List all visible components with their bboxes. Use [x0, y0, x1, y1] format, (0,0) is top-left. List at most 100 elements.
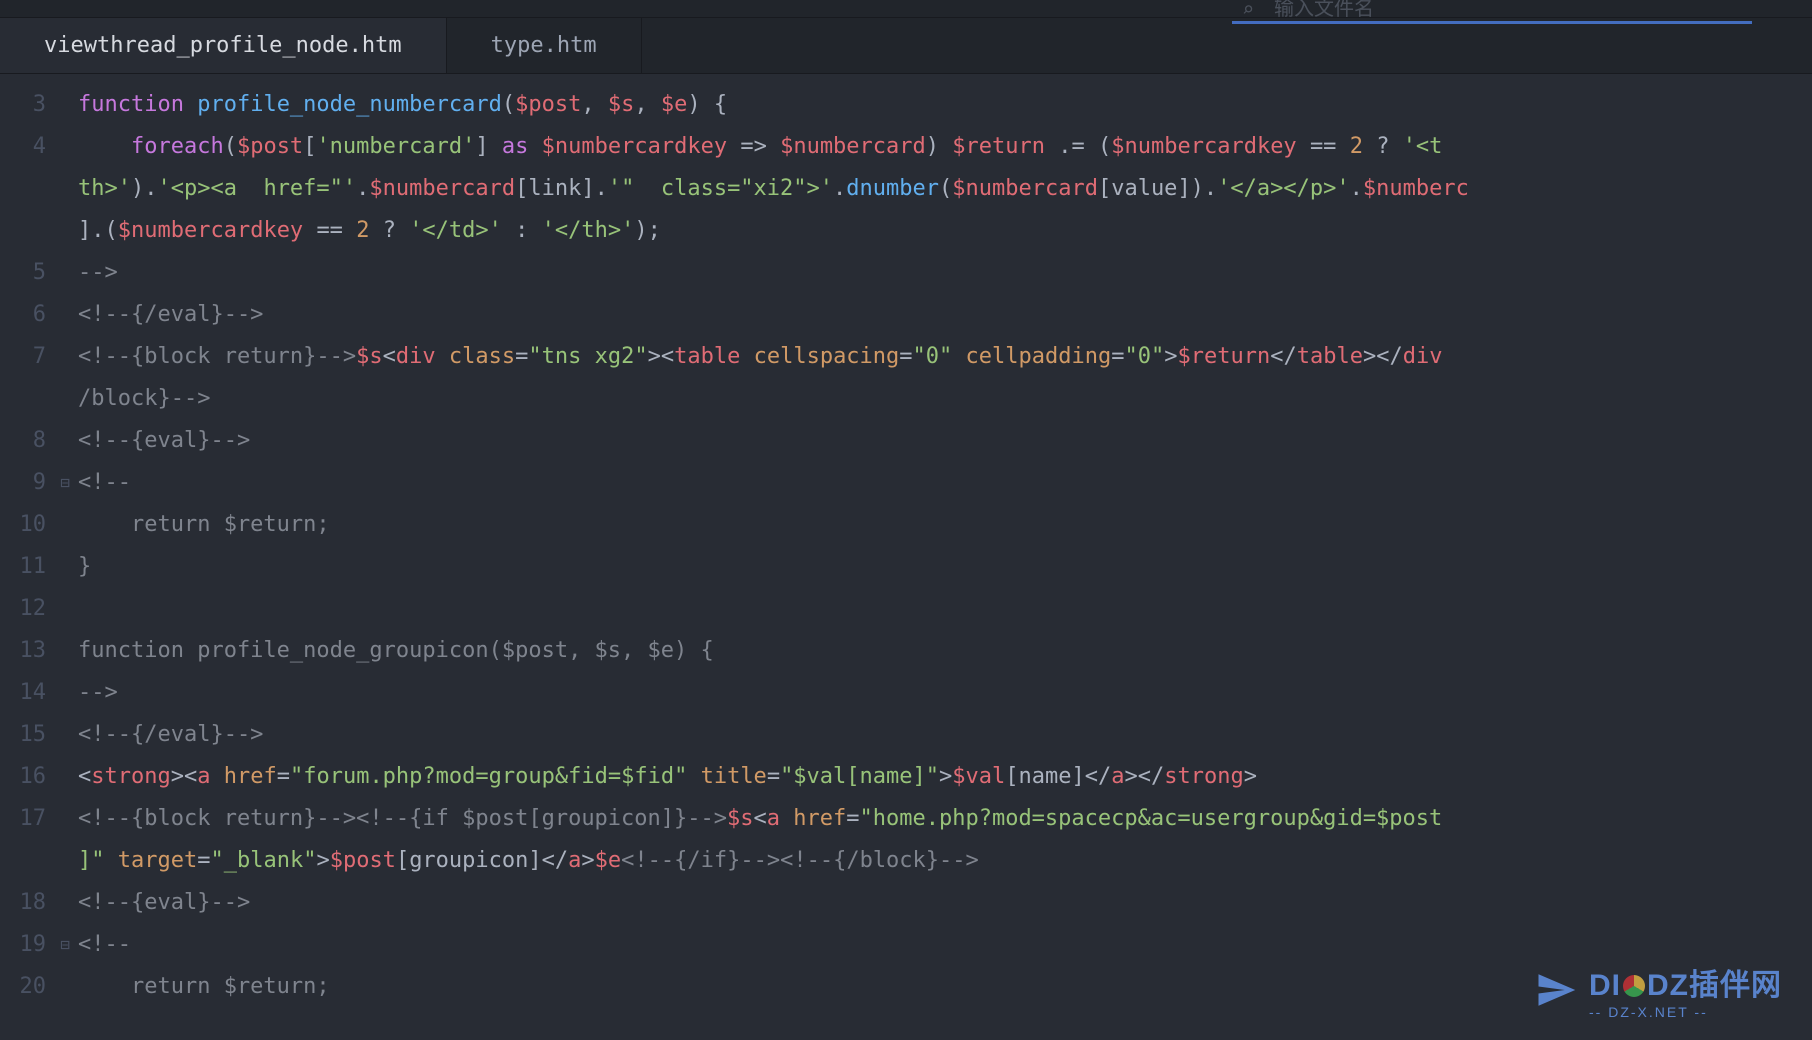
code-token: "$val[name]"	[780, 764, 939, 789]
code-token: ]"	[78, 848, 105, 873]
code-token: table	[674, 344, 740, 369]
code-token: 'numbercard'	[316, 134, 475, 159]
line-number: 17	[0, 798, 56, 840]
code-token: class	[449, 344, 515, 369]
code-token: $return	[1178, 344, 1271, 369]
code-token	[528, 218, 541, 243]
code-token: "forum.php?mod=group&fid=$fid"	[290, 764, 687, 789]
paper-plane-icon	[1535, 969, 1577, 1011]
code-token: .=	[1058, 134, 1085, 159]
code-token: '<p><a href="'	[157, 176, 356, 201]
code-token: <!--{eval}-->	[78, 890, 250, 915]
code-token	[105, 848, 118, 873]
code-line[interactable]: <!--{/eval}-->	[78, 294, 1812, 336]
code-line[interactable]: <!--{block return}--><!--{if $post[group…	[78, 798, 1812, 840]
line-number: 5	[0, 252, 56, 294]
code-token: <!--	[78, 932, 131, 957]
tab-type-htm[interactable]: type.htm	[447, 18, 642, 73]
code-token: "home.php?mod=spacecp&ac=usergroup&gid=$…	[860, 806, 1443, 831]
code-token	[780, 806, 793, 831]
line-number: 8	[0, 420, 56, 462]
code-token: =	[197, 848, 210, 873]
code-line[interactable]: return $return;	[78, 504, 1812, 546]
file-search-box[interactable]: ⌕ 输入文件名	[1232, 0, 1752, 18]
code-line[interactable]: /block}-->	[78, 378, 1812, 420]
line-number: 16	[0, 756, 56, 798]
code-token: >	[939, 764, 952, 789]
code-line[interactable]: function profile_node_numbercard($post, …	[78, 84, 1812, 126]
tab-label: viewthread_profile_node.htm	[44, 33, 402, 58]
line-number-gutter: 34..567.89⊟1011121314151617.1819⊟20	[0, 74, 56, 1040]
code-line[interactable]: <!--{eval}-->	[78, 882, 1812, 924]
code-line[interactable]: <!--	[78, 462, 1812, 504]
code-token: <	[754, 806, 767, 831]
code-line[interactable]: <strong><a href="forum.php?mod=group&fid…	[78, 756, 1812, 798]
code-token: )	[926, 134, 953, 159]
code-line[interactable]: <!--{/eval}-->	[78, 714, 1812, 756]
code-token: $numbercard	[369, 176, 515, 201]
code-token: function profile_node_groupicon($post, $…	[78, 638, 714, 663]
code-token: ><	[171, 764, 198, 789]
code-line[interactable]: -->	[78, 672, 1812, 714]
code-token: $post	[237, 134, 303, 159]
code-line[interactable]	[78, 588, 1812, 630]
code-token: div	[396, 344, 436, 369]
code-line[interactable]: <!--{eval}-->	[78, 420, 1812, 462]
code-token: =	[515, 344, 528, 369]
code-token: strong	[91, 764, 170, 789]
code-line[interactable]: foreach($post['numbercard'] as $numberca…	[78, 126, 1812, 168]
code-editor[interactable]: 34..567.89⊟1011121314151617.1819⊟20 func…	[0, 74, 1812, 1040]
code-token: (	[224, 134, 237, 159]
code-token: "0"	[1125, 344, 1165, 369]
code-token	[303, 218, 316, 243]
code-line[interactable]: ].($numbercardkey == 2 ? '</td>' : '</th…	[78, 210, 1812, 252]
code-line[interactable]: function profile_node_groupicon($post, $…	[78, 630, 1812, 672]
code-token: -->	[78, 680, 118, 705]
code-token: return $return;	[78, 512, 330, 537]
code-token: >	[1244, 764, 1257, 789]
code-token: <!--{/eval}-->	[78, 722, 263, 747]
tab-bar: viewthread_profile_node.htm type.htm	[0, 18, 1812, 74]
tab-viewthread-profile-node[interactable]: viewthread_profile_node.htm	[0, 18, 447, 73]
watermark-text: DIDZ插伴网 -- DZ-X.NET --	[1589, 960, 1782, 1020]
code-token: table	[1297, 344, 1363, 369]
fold-icon[interactable]: ⊟	[60, 924, 70, 966]
code-token: a	[197, 764, 210, 789]
search-placeholder: 输入文件名	[1274, 0, 1374, 18]
code-token: ]</	[1071, 764, 1111, 789]
code-token: as	[502, 134, 529, 159]
code-line[interactable]: -->	[78, 252, 1812, 294]
code-token: $numbercard	[780, 134, 926, 159]
code-token: :	[515, 218, 528, 243]
code-line[interactable]: th>').'<p><a href="'.$numbercard[link].'…	[78, 168, 1812, 210]
code-token: 2	[1350, 134, 1363, 159]
code-token: groupicon	[409, 848, 528, 873]
code-token: title	[701, 764, 767, 789]
code-token: <!--{/if}--><!--{/block}-->	[621, 848, 979, 873]
code-line[interactable]: }	[78, 546, 1812, 588]
code-token	[369, 218, 382, 243]
code-token	[436, 344, 449, 369]
code-token	[1045, 134, 1058, 159]
tab-label: type.htm	[491, 33, 597, 58]
code-area[interactable]: function profile_node_numbercard($post, …	[56, 74, 1812, 1040]
code-token: <!--{/eval}-->	[78, 302, 263, 327]
code-token	[343, 218, 356, 243]
code-token	[184, 92, 197, 117]
watermark-brand-cn: 插伴网	[1689, 969, 1782, 1002]
watermark-logo-icon	[1623, 975, 1645, 997]
fold-icon[interactable]: ⊟	[60, 462, 70, 504]
code-token: =	[767, 764, 780, 789]
code-token: $return	[952, 134, 1045, 159]
search-icon: ⌕	[1242, 0, 1254, 18]
code-line[interactable]: <!--{block return}-->$s<div class="tns x…	[78, 336, 1812, 378]
code-token: <!--{eval}-->	[78, 428, 250, 453]
line-number: 9⊟	[0, 462, 56, 504]
code-token: $e	[595, 848, 622, 873]
code-token: $numbercardkey	[118, 218, 303, 243]
code-line[interactable]: ]" target="_blank">$post[groupicon]</a>$…	[78, 840, 1812, 882]
code-token: strong	[1164, 764, 1243, 789]
code-token: function	[78, 92, 184, 117]
code-token: value	[1111, 176, 1177, 201]
code-token: $e	[661, 92, 688, 117]
